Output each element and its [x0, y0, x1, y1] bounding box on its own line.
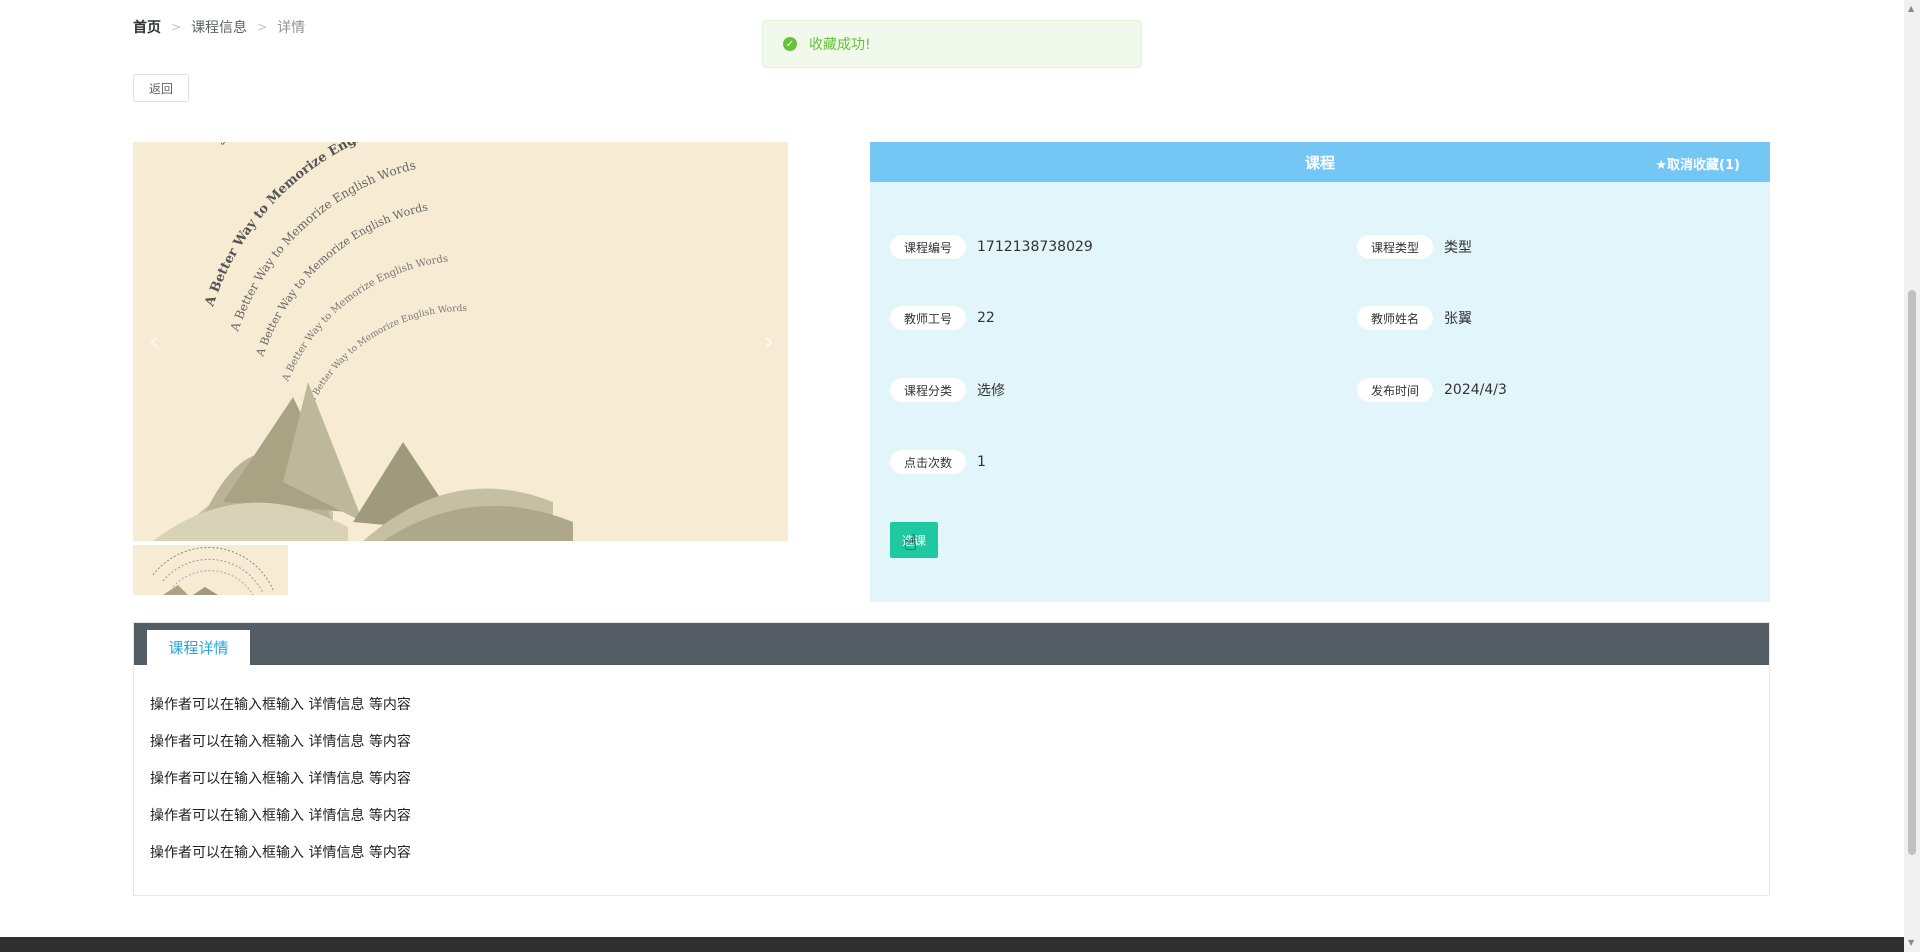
- carousel-prev-arrow[interactable]: ‹: [149, 327, 159, 357]
- field-teacher-id: 教师工号 22: [890, 306, 995, 330]
- field-label: 教师姓名: [1357, 306, 1434, 330]
- breadcrumb-home[interactable]: 首页: [133, 17, 161, 37]
- field-value: 1: [977, 454, 986, 470]
- field-value: 1712138738029: [977, 239, 1093, 255]
- course-info-header: 课程 ★取消收藏(1): [870, 142, 1770, 182]
- cover-text-line: A Better Way to Memorize English Words: [133, 142, 434, 146]
- scroll-up-icon[interactable]: ▲: [1908, 4, 1914, 13]
- details-line: 操作者可以在输入框输入 详情信息 等内容: [150, 697, 411, 713]
- course-details-tabs: 课程详情 操作者可以在输入框输入 详情信息 等内容 操作者可以在输入框输入 详情…: [133, 622, 1770, 896]
- success-toast: ✓ 收藏成功!: [762, 20, 1142, 68]
- scroll-down-icon[interactable]: ▼: [1908, 938, 1914, 947]
- back-button[interactable]: 返回: [133, 74, 189, 102]
- field-course-id: 课程编号 1712138738029: [890, 235, 1093, 259]
- carousel-next-arrow[interactable]: ›: [764, 327, 774, 357]
- vertical-scrollbar[interactable]: ▲ ▼: [1904, 0, 1920, 952]
- course-image-carousel[interactable]: A Better Way to Memorize English Words A…: [133, 142, 788, 541]
- field-value: 张翼: [1444, 311, 1473, 327]
- details-line: 操作者可以在输入框输入 详情信息 等内容: [150, 771, 411, 787]
- thumbnail-image: [133, 545, 288, 595]
- field-label: 课程分类: [890, 378, 967, 402]
- footer: [0, 937, 1904, 952]
- tab-course-details[interactable]: 课程详情: [147, 630, 250, 665]
- breadcrumb-separator: >: [257, 20, 268, 34]
- course-info-panel: 课程 ★取消收藏(1) 课程编号 1712138738029 课程类型 类型 教…: [870, 142, 1770, 602]
- unfavorite-button[interactable]: ★取消收藏(1): [1655, 154, 1740, 173]
- field-value: 类型: [1444, 240, 1473, 256]
- check-circle-icon: ✓: [783, 37, 797, 51]
- toast-message: 收藏成功!: [809, 37, 871, 53]
- field-label: 教师工号: [890, 306, 967, 330]
- details-line: 操作者可以在输入框输入 详情信息 等内容: [150, 808, 411, 824]
- page: 首页 > 课程信息 > 详情 返回 ✓ 收藏成功! A Better Way t…: [0, 0, 1904, 952]
- field-label: 课程类型: [1357, 235, 1434, 259]
- field-click-count: 点击次数 1: [890, 450, 986, 474]
- field-value: 选修: [977, 383, 1006, 399]
- field-value: 22: [977, 310, 995, 326]
- field-label: 发布时间: [1357, 378, 1434, 402]
- details-line: 操作者可以在输入框输入 详情信息 等内容: [150, 845, 411, 861]
- tab-bar: 课程详情: [134, 623, 1769, 665]
- field-label: 课程编号: [890, 235, 967, 259]
- hand-cursor-icon: ☝: [904, 531, 918, 556]
- field-publish-time: 发布时间 2024/4/3: [1357, 378, 1507, 402]
- breadcrumb: 首页 > 课程信息 > 详情: [133, 17, 305, 37]
- details-line: 操作者可以在输入框输入 详情信息 等内容: [150, 734, 411, 750]
- details-content: 操作者可以在输入框输入 详情信息 等内容 操作者可以在输入框输入 详情信息 等内…: [150, 687, 411, 872]
- field-value: 2024/4/3: [1444, 382, 1507, 398]
- book-cover-image: A Better Way to Memorize English Words A…: [133, 142, 788, 541]
- field-course-category: 课程分类 选修: [890, 378, 1005, 402]
- breadcrumb-current: 详情: [277, 20, 306, 36]
- field-label: 点击次数: [890, 450, 967, 474]
- course-title: 课程: [1304, 154, 1335, 172]
- image-thumbnail[interactable]: [133, 545, 288, 595]
- field-course-type: 课程类型 类型: [1357, 235, 1472, 259]
- breadcrumb-separator: >: [171, 20, 182, 34]
- field-teacher-name: 教师姓名 张翼: [1357, 306, 1472, 330]
- scrollbar-thumb[interactable]: [1908, 290, 1916, 855]
- breadcrumb-course-info[interactable]: 课程信息: [191, 17, 247, 37]
